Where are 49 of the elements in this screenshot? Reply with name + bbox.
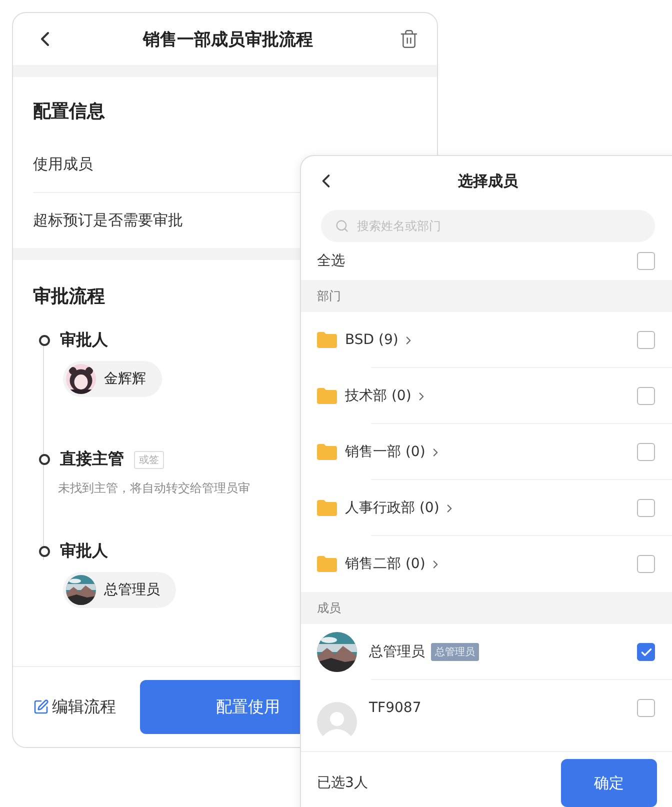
department-name[interactable]: 销售一部 (0) [345, 443, 426, 461]
step-note: 未找到主管，将自动转交给管理员审 [57, 480, 251, 497]
page-title: 销售一部成员审批流程 [143, 28, 313, 50]
check-icon [640, 646, 652, 658]
folder-icon [317, 500, 337, 516]
section-label: 成员 [317, 600, 341, 616]
approver-name: 金辉辉 [104, 370, 146, 388]
folder-icon [317, 388, 337, 404]
picker-title: 选择成员 [457, 172, 519, 190]
section-label: 部门 [317, 288, 341, 304]
checkbox[interactable] [637, 331, 655, 349]
avatar-icon [317, 702, 357, 736]
approver-name: 总管理员 [104, 581, 160, 599]
folder-icon [317, 556, 337, 572]
checkbox[interactable] [637, 555, 655, 573]
checkbox[interactable] [637, 699, 655, 717]
checkbox[interactable] [637, 643, 655, 661]
step-title: 直接主管 [60, 449, 124, 470]
section-heading: 配置信息 [33, 100, 105, 124]
member-name[interactable]: TF9087 [369, 700, 422, 716]
confirm-button[interactable]: 确定 [561, 759, 657, 807]
department-name[interactable]: 技术部 (0) [345, 387, 412, 405]
step-dot [39, 546, 50, 557]
checkbox[interactable] [637, 443, 655, 461]
selection-summary: 已选3人 [317, 774, 368, 792]
checkbox[interactable] [637, 252, 655, 270]
edit-icon [33, 699, 49, 715]
edit-flow-link[interactable]: 编辑流程 [33, 696, 116, 718]
select-all-label: 全选 [317, 252, 345, 270]
trash-icon[interactable] [399, 29, 419, 49]
member-name[interactable]: 总管理员 [369, 643, 425, 661]
step-dot [39, 335, 50, 346]
department-name[interactable]: BSD (9) [345, 332, 398, 348]
step-title: 审批人 [60, 330, 108, 351]
department-name[interactable]: 销售二部 (0) [345, 555, 426, 573]
checkbox[interactable] [637, 387, 655, 405]
setting-label[interactable]: 超标预订是否需要审批 [33, 211, 183, 229]
setting-label[interactable]: 使用成员 [33, 155, 93, 173]
role-badge: 总管理员 [431, 643, 479, 661]
search-icon [335, 219, 349, 233]
section-heading: 审批流程 [33, 285, 105, 309]
checkbox[interactable] [637, 499, 655, 517]
step-title: 审批人 [60, 541, 108, 562]
step-tag: 或签 [134, 450, 164, 468]
department-name[interactable]: 人事行政部 (0) [345, 499, 440, 517]
folder-icon [317, 332, 337, 348]
step-dot [39, 454, 50, 465]
search-field[interactable]: 搜索姓名或部门 [321, 210, 655, 242]
folder-icon [317, 444, 337, 460]
